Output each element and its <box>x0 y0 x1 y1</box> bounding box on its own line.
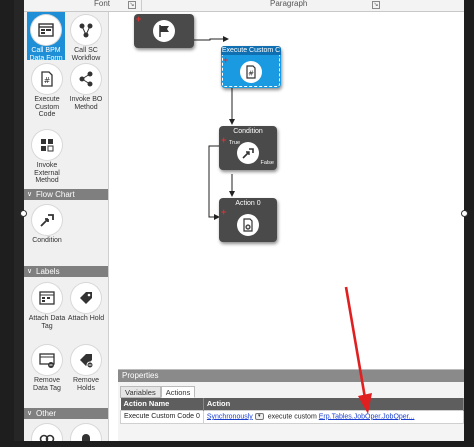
annotation-arrow-shaft <box>344 286 367 399</box>
annotation-arrow-head <box>358 393 372 414</box>
annotation-arrow-overlay <box>344 286 372 414</box>
